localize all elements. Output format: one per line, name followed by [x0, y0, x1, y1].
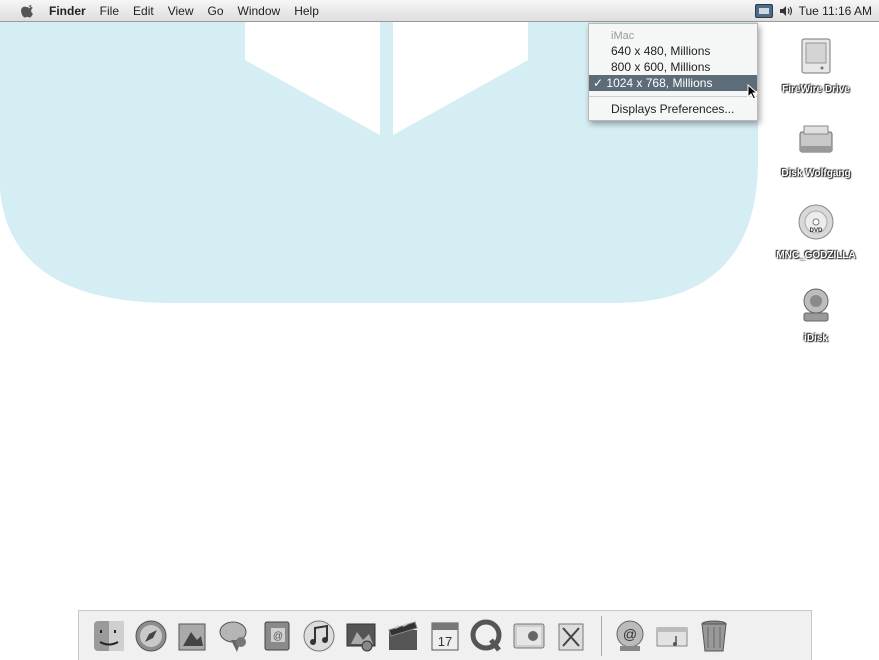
menu-window[interactable]: Window: [238, 0, 281, 22]
menu-separator: [589, 96, 757, 97]
dvd-icon: DVD: [798, 204, 834, 240]
svg-text:@: @: [623, 626, 637, 642]
svg-text:17: 17: [438, 634, 452, 649]
menu-edit[interactable]: Edit: [133, 0, 154, 22]
display-menu-icon[interactable]: [754, 4, 773, 18]
menubar-clock[interactable]: Tue 11:16 AM: [799, 4, 872, 18]
dock-separator: [601, 615, 602, 656]
volume-icon[interactable]: [779, 4, 793, 18]
system-preferences-icon[interactable]: [511, 618, 547, 654]
dock: @ 17 @: [78, 610, 812, 660]
finder-icon[interactable]: [91, 618, 127, 654]
desktop-icon-label: FireWire Drive: [782, 84, 850, 95]
displays-preferences-item[interactable]: Displays Preferences...: [589, 101, 757, 117]
desktop-icon-firewire-drive[interactable]: FireWire Drive: [768, 36, 864, 95]
menu-help[interactable]: Help: [294, 0, 319, 22]
display-menu-dropdown: iMac 640 x 480, Millions 800 x 600, Mill…: [588, 23, 758, 121]
resolution-1024-item[interactable]: ✓ 1024 x 768, Millions: [589, 75, 757, 91]
menu-bar: Finder File Edit View Go Window Help Tue…: [0, 0, 879, 22]
apple-menu-icon[interactable]: [21, 4, 35, 18]
desktop-icon-mnc-godzilla[interactable]: DVD MNC_GODZILLA: [768, 202, 864, 261]
documents-folder-icon[interactable]: [654, 618, 690, 654]
mail-icon[interactable]: @: [612, 618, 648, 654]
mouse-pointer-icon: [747, 84, 759, 100]
desktop-icon-idisk[interactable]: iDisk: [768, 285, 864, 344]
idisk-icon: [803, 288, 829, 322]
external-drive-icon: [801, 38, 831, 74]
itunes-icon[interactable]: [301, 618, 337, 654]
resolution-800-item[interactable]: 800 x 600, Millions: [589, 59, 757, 75]
ichat-icon[interactable]: [217, 618, 253, 654]
menu-finder[interactable]: Finder: [49, 0, 86, 22]
preview-icon[interactable]: [175, 618, 211, 654]
desktop-icon-label: Disk Wolfgang: [781, 168, 851, 179]
imovie-icon[interactable]: [385, 618, 421, 654]
svg-text:@: @: [273, 631, 283, 642]
hard-drive-icon: [799, 125, 833, 153]
resolution-640-item[interactable]: 640 x 480, Millions: [589, 43, 757, 59]
svg-text:DVD: DVD: [810, 228, 823, 234]
safari-icon[interactable]: [133, 618, 169, 654]
ical-icon[interactable]: 17: [427, 618, 463, 654]
desktop-icon-disk-wolfgang[interactable]: Disk Wolfgang: [768, 120, 864, 179]
menu-view[interactable]: View: [168, 0, 194, 22]
trash-icon[interactable]: [696, 618, 732, 654]
desktop-icon-label: iDisk: [804, 333, 828, 344]
desktop-icon-label: MNC_GODZILLA: [776, 250, 856, 261]
menu-file[interactable]: File: [100, 0, 119, 22]
display-menu-header: iMac: [611, 30, 635, 42]
quicktime-icon[interactable]: [469, 618, 505, 654]
menu-go[interactable]: Go: [208, 0, 224, 22]
iphoto-icon[interactable]: [343, 618, 379, 654]
iwork-icon[interactable]: [553, 618, 589, 654]
address-book-icon[interactable]: @: [259, 618, 295, 654]
